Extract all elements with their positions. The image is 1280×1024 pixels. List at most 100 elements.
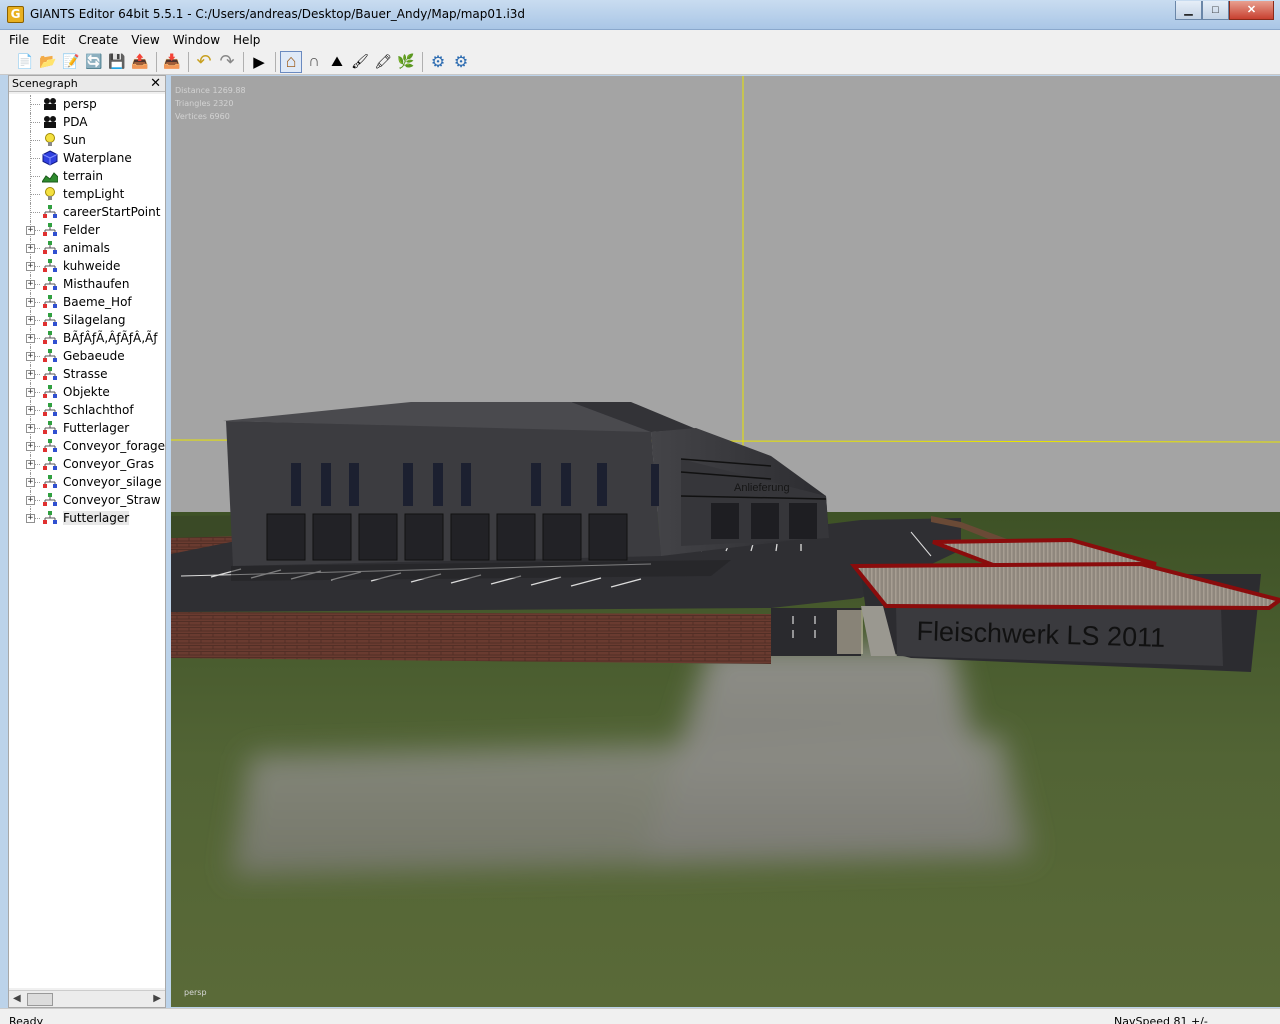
camera-label: persp [184, 988, 207, 997]
transform-group-icon [42, 330, 58, 346]
terrain-smooth-icon[interactable]: 🖍 [372, 51, 394, 73]
export-icon[interactable]: 📤 [129, 51, 151, 73]
transform-group-icon [42, 240, 58, 256]
tree-item[interactable]: + animals [9, 239, 165, 257]
expand-icon[interactable]: + [26, 298, 35, 307]
expand-icon[interactable]: + [26, 370, 35, 379]
play-icon[interactable]: ▶ [248, 51, 270, 73]
tree-item[interactable]: + Schlachthof [9, 401, 165, 419]
tree-item[interactable]: + Conveyor_Gras [9, 455, 165, 473]
tree-item[interactable]: + kuhweide [9, 257, 165, 275]
home-icon[interactable]: ⌂ [280, 50, 302, 73]
scroll-right-icon[interactable]: ▶ [153, 993, 161, 1004]
transform-group-icon [42, 294, 58, 310]
expand-icon[interactable]: + [26, 352, 35, 361]
transform-group-icon [42, 348, 58, 364]
settings-icon[interactable]: ⚙ [427, 51, 449, 73]
scenegraph-tree[interactable]: persp PDA Sun Waterplane terrain tempLight car… [9, 94, 165, 988]
tree-item-label: persp [63, 97, 97, 111]
tree-item[interactable]: + Baeme_Hof [9, 293, 165, 311]
tree-item[interactable]: careerStartPoint [9, 203, 165, 221]
tree-item-label: tempLight [63, 187, 125, 201]
tree-item[interactable]: + Conveyor_silage [9, 473, 165, 491]
tree-item[interactable]: + Gebaeude [9, 347, 165, 365]
new-file-icon[interactable]: 📄 [14, 51, 36, 73]
tree-item-label: Conveyor_forage [63, 439, 165, 453]
tree-item[interactable]: + Conveyor_forage [9, 437, 165, 455]
tree-item[interactable]: + Strasse [9, 365, 165, 383]
close-button[interactable]: ✕ [1229, 1, 1274, 20]
menu-view[interactable]: View [131, 33, 159, 47]
options-icon[interactable]: ⚙ [450, 51, 472, 73]
save-icon[interactable]: 💾 [106, 51, 128, 73]
expand-icon[interactable]: + [26, 280, 35, 289]
expand-icon[interactable]: + [26, 478, 35, 487]
menu-create[interactable]: Create [78, 33, 118, 47]
scroll-left-icon[interactable]: ◀ [13, 993, 21, 1004]
expand-icon[interactable]: + [26, 496, 35, 505]
tree-item-label: Baeme_Hof [63, 295, 132, 309]
expand-icon[interactable]: + [26, 406, 35, 415]
tree-item-label: PDA [63, 115, 88, 129]
tree-item[interactable]: + Misthaufen [9, 275, 165, 293]
redo-icon[interactable]: ↷ [216, 51, 238, 73]
expand-icon[interactable]: + [26, 460, 35, 469]
edit-icon[interactable]: 📝 [60, 51, 82, 73]
tree-item-label: Misthaufen [63, 277, 130, 291]
refresh-icon[interactable]: 🔄 [83, 51, 105, 73]
3d-viewport[interactable]: Distance 1269.88 Triangles 2320 Vertices… [171, 76, 1280, 1007]
expand-icon[interactable]: + [26, 442, 35, 451]
tree-item[interactable]: Sun [9, 131, 165, 149]
status-bar: Ready NavSpeed 81 +/- [0, 1008, 1280, 1024]
light-bulb-icon [42, 132, 58, 148]
tree-item-label: terrain [63, 169, 104, 183]
horizontal-scrollbar[interactable]: ◀ ▶ [9, 990, 165, 1007]
menu-window[interactable]: Window [173, 33, 220, 47]
tree-connector [31, 104, 40, 105]
undo-icon[interactable]: ↶ [193, 51, 215, 73]
tree-item[interactable]: + Felder [9, 221, 165, 239]
tree-item[interactable]: Waterplane [9, 149, 165, 167]
tree-item[interactable]: persp [9, 95, 165, 113]
tree-item-label: Objekte [63, 385, 110, 399]
expand-icon[interactable]: + [26, 226, 35, 235]
expand-icon[interactable]: + [26, 424, 35, 433]
expand-icon[interactable]: + [26, 334, 35, 343]
menu-file[interactable]: File [9, 33, 29, 47]
stat-triangles: Triangles 2320 [175, 99, 234, 108]
expand-icon[interactable]: + [26, 514, 35, 523]
magnet-icon[interactable]: ∩ [303, 51, 325, 73]
toolbar-separator [188, 51, 189, 72]
open-folder-icon[interactable]: 📂 [37, 51, 59, 73]
tree-item[interactable]: + BÃƒÂƒÃ‚ÂƒÃƒÂ‚Ãƒ [9, 329, 165, 347]
tree-item[interactable]: + Futterlager [9, 419, 165, 437]
building-label-text: Anlieferung [734, 482, 790, 494]
app-logo-icon: G [7, 6, 24, 23]
foliage-paint-icon[interactable]: 🌿 [395, 51, 417, 73]
import-icon[interactable]: 📥 [161, 51, 183, 73]
tree-item[interactable]: + Objekte [9, 383, 165, 401]
menu-help[interactable]: Help [233, 33, 260, 47]
title-bar: G GIANTS Editor 64bit 5.5.1 - C:/Users/a… [0, 0, 1280, 30]
terrain-sculpt-icon[interactable]: ⛰ [326, 51, 348, 73]
expand-icon[interactable]: + [26, 244, 35, 253]
tree-item-label: Futterlager [63, 421, 130, 435]
window-title: GIANTS Editor 64bit 5.5.1 - C:/Users/and… [30, 7, 526, 21]
expand-icon[interactable]: + [26, 316, 35, 325]
panel-close-icon[interactable]: ✕ [150, 75, 161, 91]
tree-item-label: kuhweide [63, 259, 121, 273]
terrain-paint-icon[interactable]: 🖌 [349, 51, 371, 73]
tree-item[interactable]: + Silagelang [9, 311, 165, 329]
stat-distance: Distance 1269.88 [175, 86, 246, 95]
expand-icon[interactable]: + [26, 262, 35, 271]
tree-item[interactable]: terrain [9, 167, 165, 185]
maximize-button[interactable]: □ [1202, 1, 1229, 20]
scrollbar-thumb[interactable] [27, 993, 53, 1006]
tree-item[interactable]: PDA [9, 113, 165, 131]
tree-item[interactable]: tempLight [9, 185, 165, 203]
minimize-button[interactable]: ▁ [1175, 1, 1202, 20]
tree-item[interactable]: + Conveyor_Straw [9, 491, 165, 509]
tree-item[interactable]: + Futterlager [9, 509, 165, 527]
expand-icon[interactable]: + [26, 388, 35, 397]
menu-edit[interactable]: Edit [42, 33, 65, 47]
